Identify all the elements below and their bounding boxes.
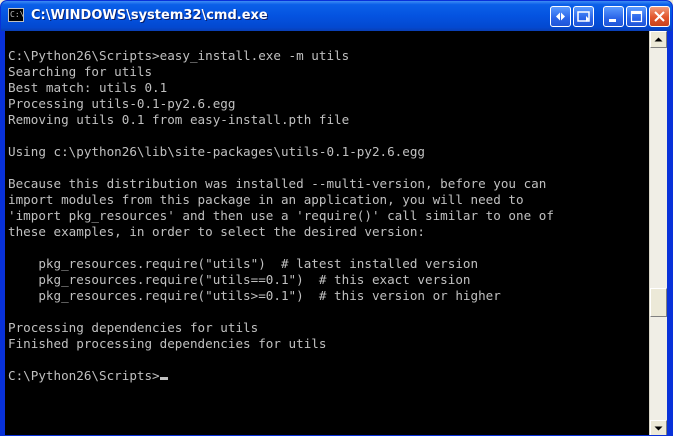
maximize-icon xyxy=(630,10,643,23)
console-line: Finished processing dependencies for uti… xyxy=(8,336,327,351)
maximize-button[interactable] xyxy=(626,6,647,27)
minimize-button[interactable] xyxy=(603,6,624,27)
console-line: pkg_resources.require("utils==0.1") # th… xyxy=(8,272,471,287)
console-line: pkg_resources.require("utils") # latest … xyxy=(8,256,479,271)
minimize-icon xyxy=(609,19,616,22)
left-right-arrows-icon xyxy=(556,12,565,21)
scroll-down-button[interactable] xyxy=(650,420,667,435)
toggle-arrows-button[interactable] xyxy=(550,6,571,27)
text-cursor xyxy=(159,377,168,380)
console-output[interactable]: C:\Python26\Scripts>easy_install.exe -m … xyxy=(5,31,649,435)
console-line: Removing utils 0.1 from easy-install.pth… xyxy=(8,112,350,127)
console-line: pkg_resources.require("utils>=0.1") # th… xyxy=(8,288,501,303)
arrow-down-icon xyxy=(654,426,663,431)
console-line: Using c:\python26\lib\site-packages\util… xyxy=(8,144,426,159)
window-frame-right[interactable] xyxy=(667,31,672,435)
window-menu-button[interactable] xyxy=(573,6,594,27)
console-line: Processing dependencies for utils xyxy=(8,320,259,335)
console-line: C:\Python26\Scripts> xyxy=(8,368,554,384)
cmd-app-icon[interactable]: C:\ xyxy=(8,8,24,22)
console-line: C:\Python26\Scripts>easy_install.exe -m … xyxy=(8,48,350,63)
console-line: Processing utils-0.1-py2.6.egg xyxy=(8,96,236,111)
console-line: 'import pkg_resources' and then use a 'r… xyxy=(8,208,554,223)
console-line: import modules from this package in an a… xyxy=(8,192,524,207)
arrow-up-icon xyxy=(654,37,663,42)
scroll-thumb[interactable] xyxy=(650,288,667,318)
close-icon xyxy=(654,11,665,22)
console-line: these examples, in order to select the d… xyxy=(8,224,426,239)
title-bar[interactable]: C:\ C:\WINDOWS\system32\cmd.exe xyxy=(1,1,672,31)
cmd-window: C:\ C:\WINDOWS\system32\cmd.exe C:\Pytho… xyxy=(0,0,673,436)
vertical-scrollbar[interactable] xyxy=(649,31,667,435)
console-line: Searching for utils xyxy=(8,64,153,79)
window-arrow-icon xyxy=(577,11,590,22)
close-button[interactable] xyxy=(649,6,670,27)
console-line: Because this distribution was installed … xyxy=(8,176,547,191)
window-title: C:\WINDOWS\system32\cmd.exe xyxy=(31,8,268,23)
scroll-up-button[interactable] xyxy=(650,31,667,48)
console-text: C:\Python26\Scripts>easy_install.exe -m … xyxy=(8,48,554,384)
console-line: Best match: utils 0.1 xyxy=(8,80,168,95)
